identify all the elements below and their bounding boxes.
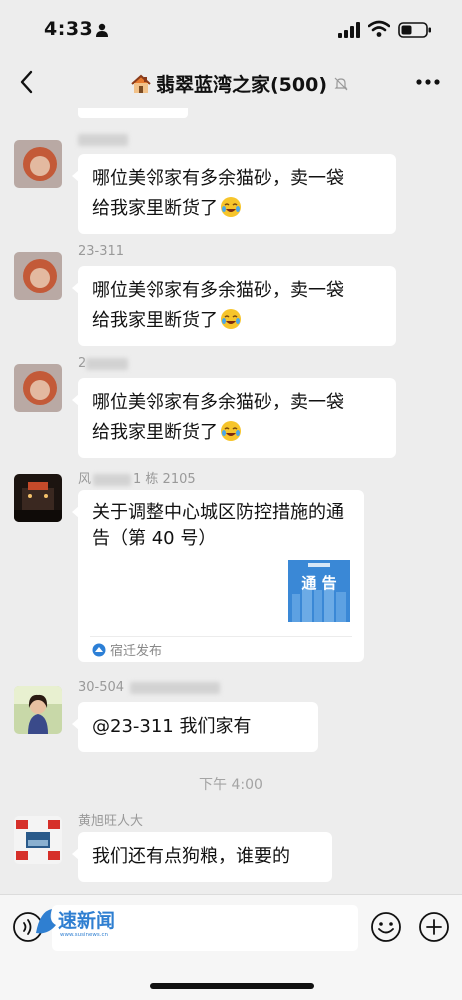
time-divider: 下午 4:00 [199,777,263,793]
crying-laughing-emoji-icon [221,309,241,329]
avatar[interactable] [14,686,62,734]
wifi-icon [368,20,390,37]
message-bubble[interactable]: 哪位美邻家有多余猫砂，卖一袋 给我家里断货了 [72,154,396,234]
sender-name: 2 [78,356,129,371]
emoji-icon[interactable] [370,911,402,943]
watermark-logo: 速新闻 www.susinews.cn [36,909,115,938]
card-source-name: 宿迁发布 [110,644,163,659]
sender-name-suffix: 1 栋 2105 [133,472,196,487]
watermark-url: www.susinews.cn [60,932,108,938]
message-text: 我们还有点狗粮，谁要的 [92,846,290,867]
sender-name [78,132,128,147]
link-card[interactable]: 关于调整中心城区防控措施的通告（第 40 号） 通 告 宿迁发布 [72,490,364,662]
message-bubble[interactable]: @23-311 我们家有 [72,702,318,752]
message-text-line2: 给我家里断货了 [92,198,218,219]
sender-name: 30-504 [78,680,221,695]
avatar[interactable] [14,816,62,864]
card-source: 宿迁发布 [92,640,162,659]
mute-bell-icon [334,77,348,90]
avatar[interactable] [14,474,62,522]
previous-message-bubble [78,108,188,118]
watermark-text: 速新闻 [58,909,115,932]
status-time: 4:33 [44,18,94,40]
more-options-icon[interactable] [412,70,444,94]
crying-laughing-emoji-icon [221,197,241,217]
message-text-line1: 哪位美邻家有多余猫砂，卖一袋 [92,392,344,413]
crying-laughing-emoji-icon [221,421,241,441]
card-title: 关于调整中心城区防控措施的通告（第 40 号） [92,502,344,549]
sender-name: 23-311 [78,244,125,259]
card-thumbnail: 通 告 [288,560,350,622]
message-text-line1: 哪位美邻家有多余猫砂，卖一袋 [92,168,344,189]
sender-name-text: 2 [78,356,87,371]
source-logo-icon [92,643,106,656]
card-thumbnail-text: 通 告 [301,574,336,592]
chat-title: 翡翠蓝湾之家(500) [156,74,328,96]
cellular-signal-icon [338,22,360,38]
message-bubble[interactable]: 我们还有点狗粮，谁要的 [72,832,332,882]
sender-name: 风 1 栋 2105 [78,468,196,487]
sender-name: 黄旭旺人大 [78,814,144,829]
input-bar: 速新闻 www.susinews.cn [0,894,462,1000]
avatar[interactable] [14,252,62,300]
avatar[interactable] [14,140,62,188]
battery-icon [398,22,431,38]
card-divider [90,636,352,637]
sender-name-text: 风 [78,472,92,487]
person-icon [96,23,108,37]
chat-title-wrap: 翡翠蓝湾之家(500) [130,70,349,97]
avatar[interactable] [14,364,62,412]
back-chevron-icon[interactable] [12,66,44,98]
status-bar: 4:33 [0,0,462,56]
house-icon [131,74,151,93]
message-text-line1: 哪位美邻家有多余猫砂，卖一袋 [92,280,344,301]
sender-name-text: 30-504 [78,680,125,695]
chat-header: 翡翠蓝湾之家(500) [0,56,462,108]
message-text-line2: 给我家里断货了 [92,422,218,443]
message-bubble[interactable]: 哪位美邻家有多余猫砂，卖一袋 给我家里断货了 [72,266,396,346]
message-list[interactable]: 哪位美邻家有多余猫砂，卖一袋 给我家里断货了 23-311 哪位美邻家有多余猫砂… [0,108,462,894]
message-text-line2: 给我家里断货了 [92,310,218,331]
message-bubble[interactable]: 哪位美邻家有多余猫砂，卖一袋 给我家里断货了 [72,378,396,458]
message-text: @23-311 我们家有 [92,716,252,737]
home-indicator [150,983,314,989]
plus-icon[interactable] [418,911,450,943]
